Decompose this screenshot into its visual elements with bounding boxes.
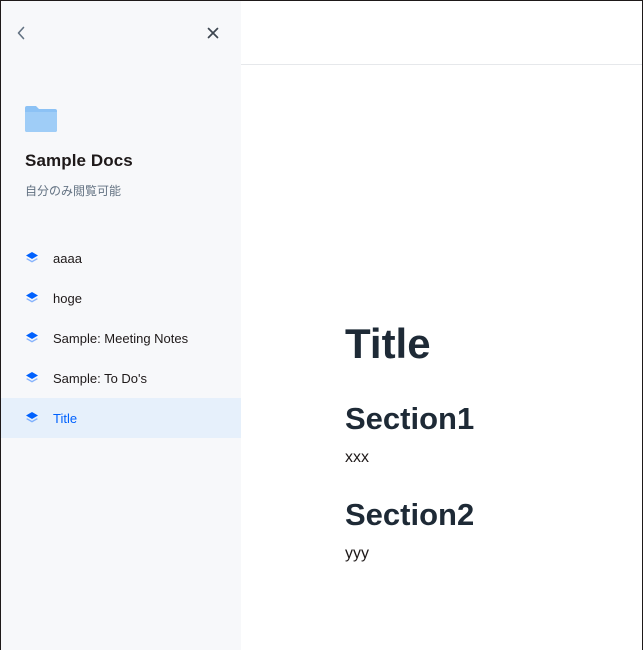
stack-icon xyxy=(25,331,39,345)
section-body[interactable]: yyy xyxy=(345,543,635,565)
top-bar xyxy=(241,1,642,65)
folder-icon xyxy=(25,106,57,132)
section-body[interactable]: xxx xyxy=(345,447,635,469)
doc-list-item[interactable]: Title xyxy=(1,398,241,438)
doc-list-item[interactable]: aaaa xyxy=(1,238,241,278)
stack-icon xyxy=(25,371,39,385)
doc-list-item-label: aaaa xyxy=(53,250,82,266)
document-title[interactable]: Title xyxy=(345,317,635,371)
stack-icon xyxy=(25,411,39,425)
section-heading[interactable]: Section2 xyxy=(345,495,635,535)
doc-list-item[interactable]: Sample: Meeting Notes xyxy=(1,318,241,358)
doc-list-item-label: Title xyxy=(53,410,78,426)
doc-list-item[interactable]: Sample: To Do's xyxy=(1,358,241,398)
chevron-left-icon[interactable] xyxy=(11,23,31,43)
sidebar: Sample Docs 自分のみ閲覧可能 aaaa hoge Sample: Mee… xyxy=(1,1,241,650)
app-window: Sample Docs 自分のみ閲覧可能 aaaa hoge Sample: Mee… xyxy=(0,0,643,650)
close-icon[interactable] xyxy=(203,23,223,43)
folder-name: Sample Docs xyxy=(25,151,133,170)
doc-list-item[interactable]: hoge xyxy=(1,278,241,318)
folder-visibility: 自分のみ閲覧可能 xyxy=(25,184,122,198)
doc-list: aaaa hoge Sample: Meeting Notes Sample: To … xyxy=(1,238,241,438)
doc-list-item-label: hoge xyxy=(53,290,82,306)
doc-list-item-label: Sample: Meeting Notes xyxy=(53,330,189,346)
document-content[interactable]: Title Section1 xxx Section2 yyy xyxy=(345,317,635,565)
stack-icon xyxy=(25,251,39,265)
stack-icon xyxy=(25,291,39,305)
doc-list-item-label: Sample: To Do's xyxy=(53,370,148,386)
section-heading[interactable]: Section1 xyxy=(345,399,635,439)
